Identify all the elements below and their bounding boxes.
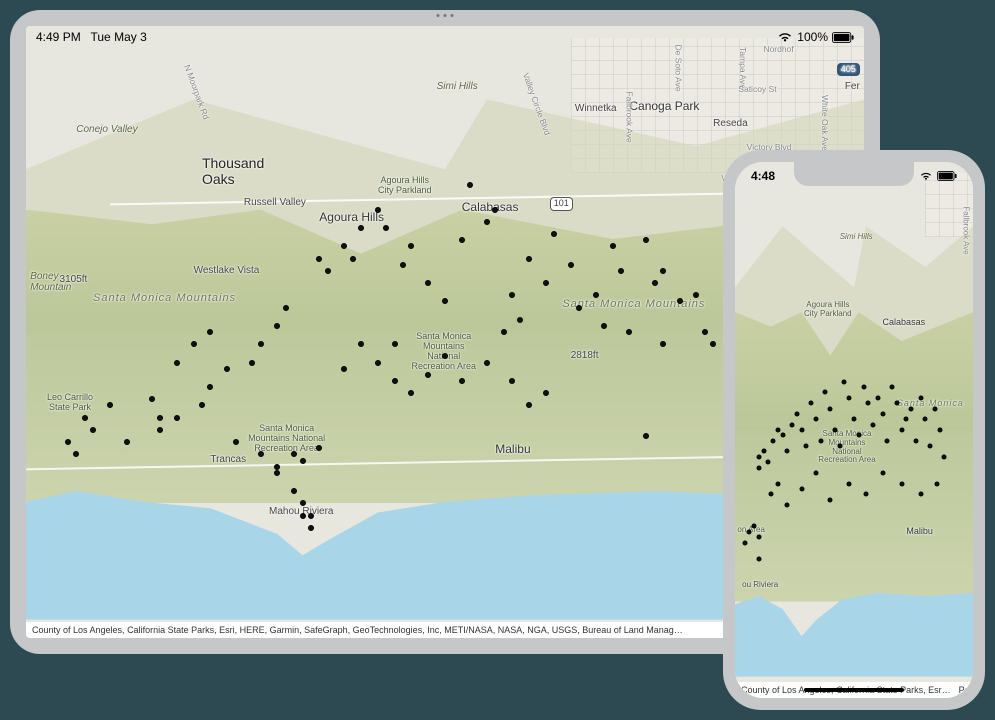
home-indicator[interactable]: [804, 688, 904, 692]
status-date: Tue May 3: [91, 30, 147, 44]
wifi-icon: [919, 171, 933, 181]
wifi-icon: [777, 31, 793, 43]
phone-screen: 4:48 Simi Hills Agoura Hills City Parkla…: [735, 162, 973, 698]
phone-map[interactable]: Simi Hills Agoura Hills City Parkland Ca…: [735, 162, 973, 698]
attribution-text: County of Los Angeles, California State …: [32, 625, 683, 635]
phone-status-right: [919, 171, 957, 181]
battery-icon: [937, 171, 957, 181]
phone-device: 4:48 Simi Hills Agoura Hills City Parkla…: [723, 150, 985, 710]
battery-percent: 100%: [797, 30, 828, 44]
map-hills-layer: [735, 312, 973, 601]
tablet-status-left: 4:49 PM Tue May 3: [36, 30, 147, 44]
status-time: 4:49 PM: [36, 30, 81, 44]
tablet-camera-dots: [437, 14, 454, 17]
phone-notch: [794, 162, 914, 186]
tablet-status-right: 100%: [777, 30, 854, 44]
powered-by-link[interactable]: Powered by Esri: [959, 685, 973, 695]
tablet-status-bar: 4:49 PM Tue May 3 100%: [26, 26, 864, 48]
phone-status-time: 4:48: [751, 169, 775, 183]
battery-icon: [832, 32, 854, 43]
